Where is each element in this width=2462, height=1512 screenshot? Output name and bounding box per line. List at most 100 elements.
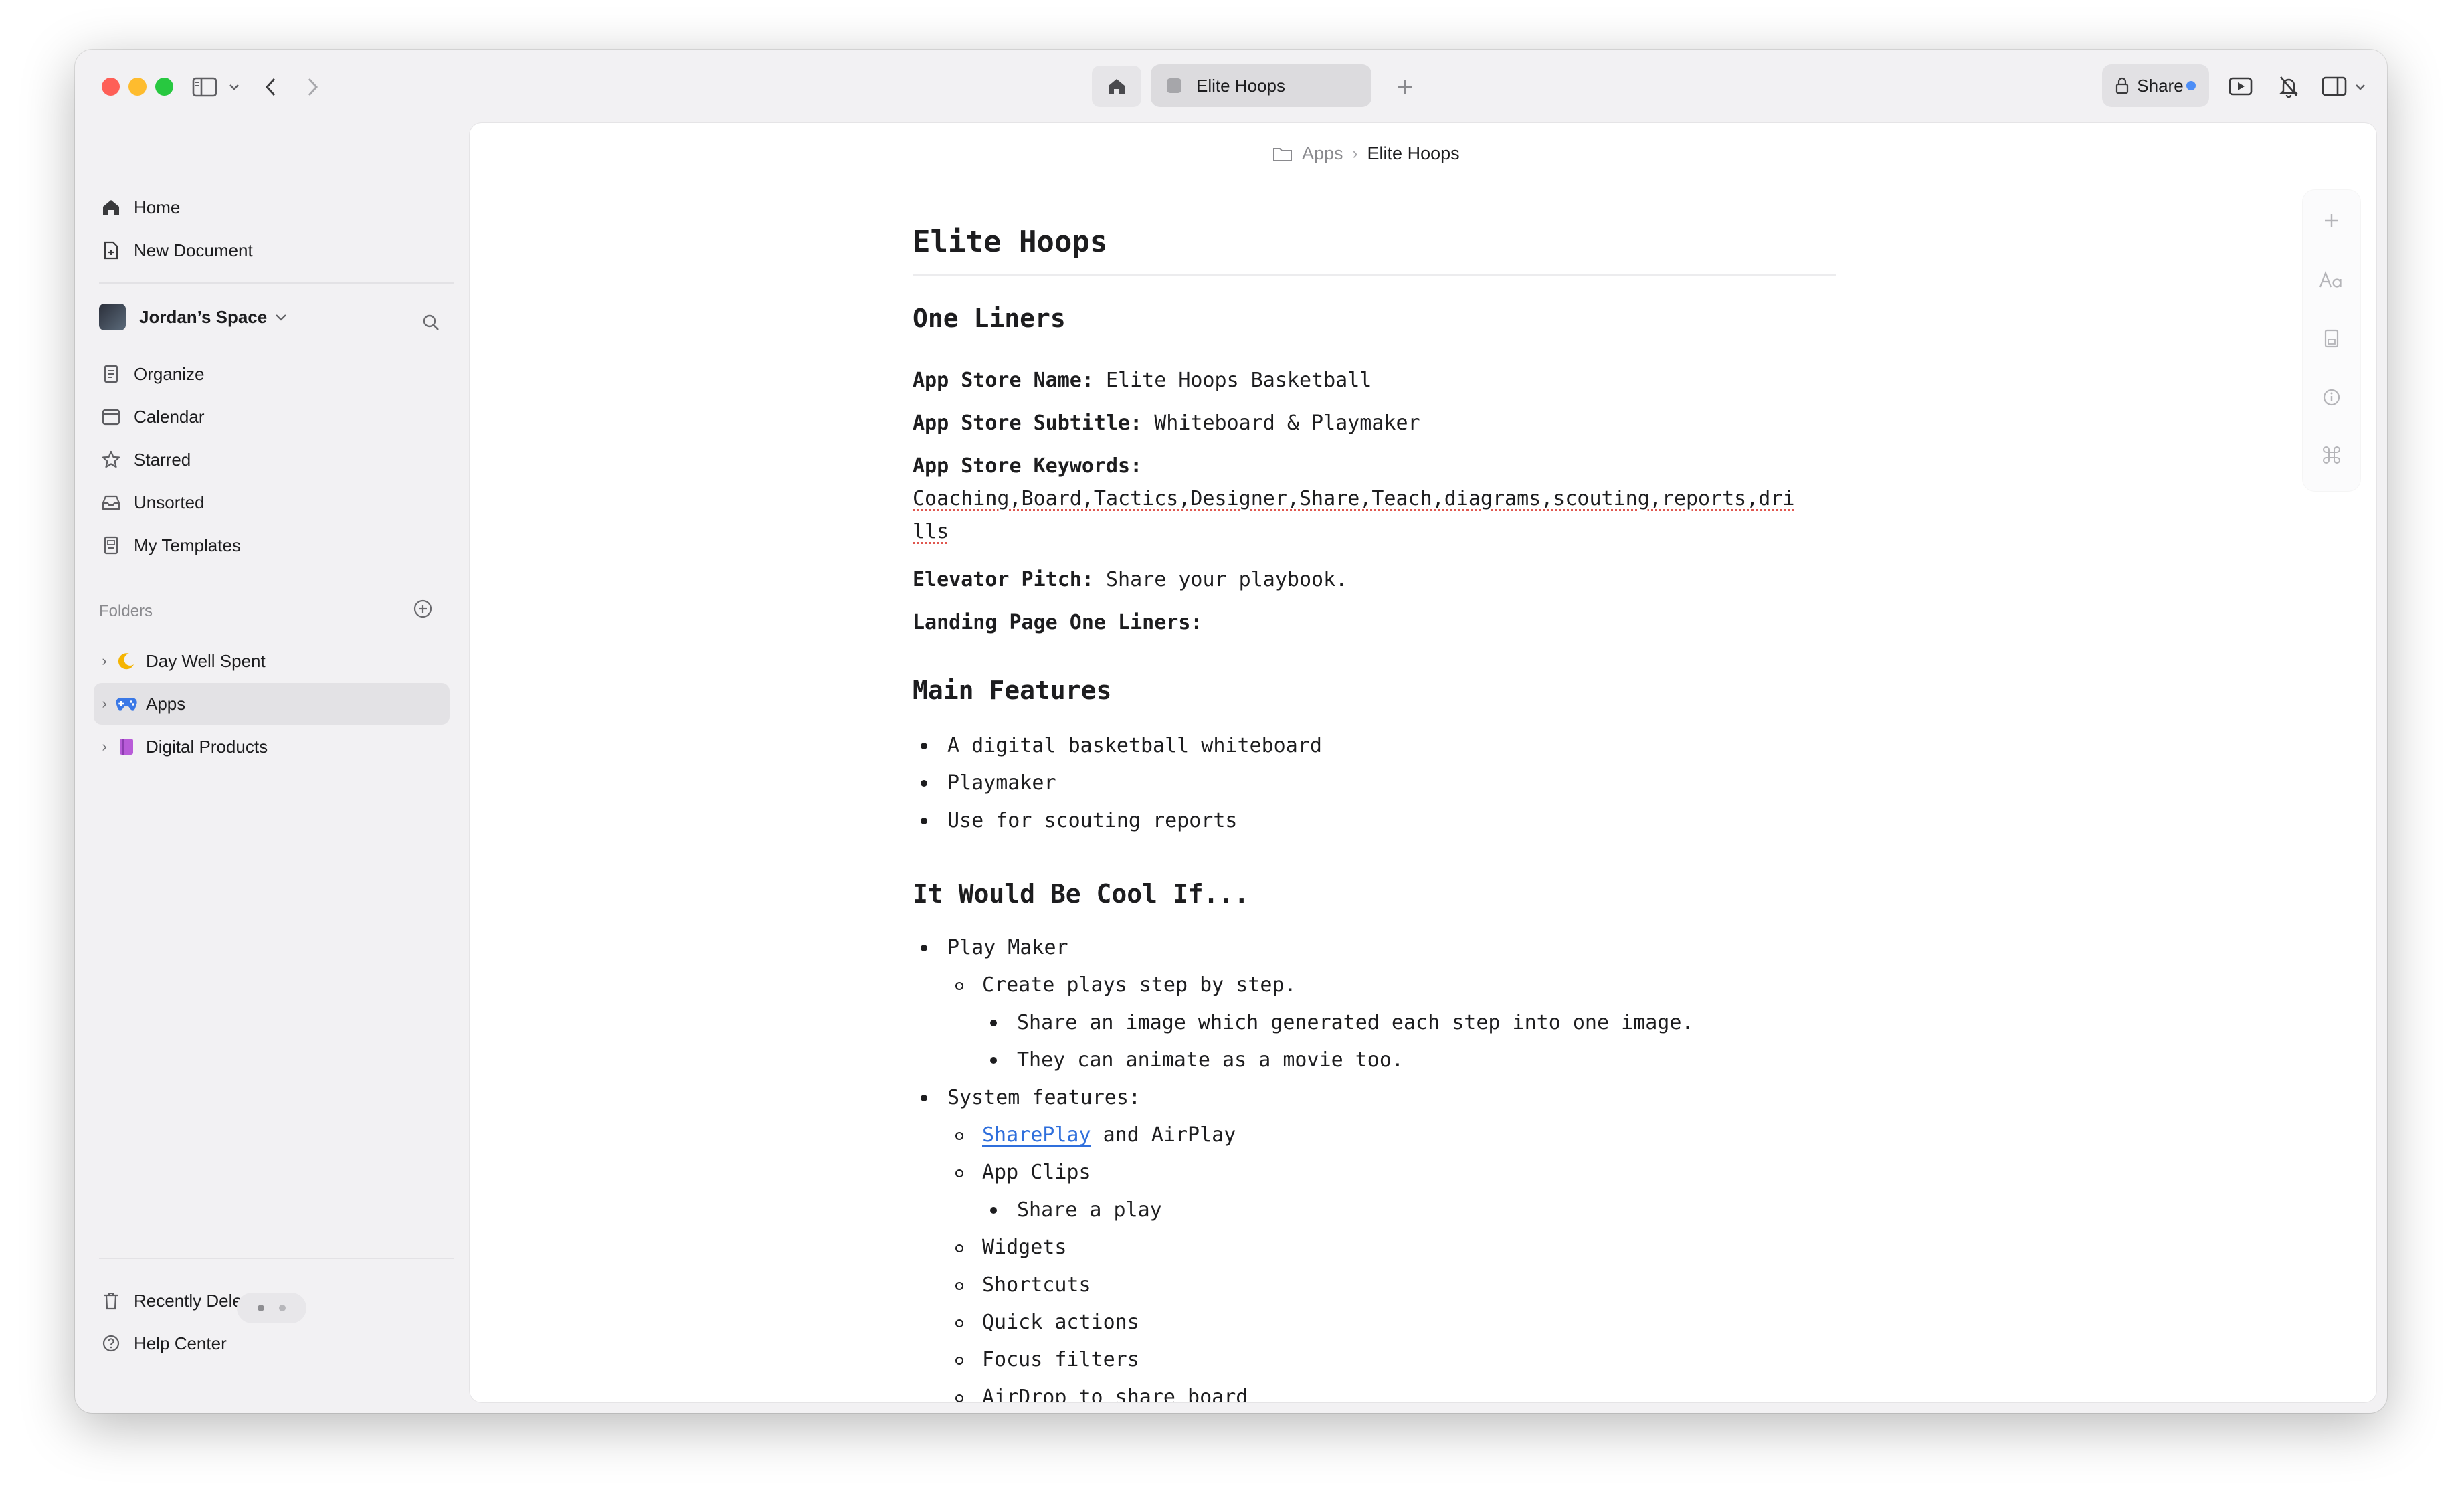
field-label: Elevator Pitch: bbox=[913, 568, 1094, 591]
share-button[interactable]: Share bbox=[2102, 64, 2209, 107]
bullet-icon bbox=[921, 780, 927, 787]
title-divider bbox=[913, 274, 1836, 276]
forward-arrow-icon[interactable] bbox=[300, 72, 326, 102]
bullet-icon bbox=[955, 1169, 963, 1177]
heading-cool-if[interactable]: It Would Be Cool If... bbox=[913, 879, 1249, 909]
chevron-right-icon[interactable]: › bbox=[94, 695, 115, 713]
bullet-icon bbox=[990, 1057, 997, 1064]
app-store-name-line[interactable]: App Store Name: Elite Hoops Basketball bbox=[913, 364, 1371, 397]
page-dot-active[interactable] bbox=[258, 1305, 264, 1311]
info-icon[interactable] bbox=[2303, 381, 2360, 413]
list-item[interactable]: Play Maker bbox=[947, 931, 1068, 965]
list-item[interactable]: They can animate as a movie too. bbox=[1017, 1044, 1404, 1077]
text-format-icon[interactable] bbox=[2303, 264, 2360, 296]
folders-section-label: Folders bbox=[99, 602, 153, 620]
sidebar-divider bbox=[99, 282, 454, 284]
bullet-icon bbox=[990, 1020, 997, 1026]
heading-one-liners[interactable]: One Liners bbox=[913, 304, 1066, 333]
list-item[interactable]: Create plays step by step. bbox=[982, 969, 1297, 1002]
sidebar-item-calendar[interactable]: Calendar bbox=[99, 400, 205, 434]
present-icon[interactable] bbox=[2224, 71, 2257, 102]
folder-day-well-spent[interactable]: › Day Well Spent bbox=[94, 640, 450, 682]
list-item[interactable]: Share a play bbox=[1017, 1194, 1162, 1227]
bullet-icon bbox=[955, 1357, 963, 1365]
sidebar-toggle-icon[interactable] bbox=[190, 74, 219, 100]
star-icon bbox=[102, 450, 120, 468]
app-store-subtitle-line[interactable]: App Store Subtitle: Whiteboard & Playmak… bbox=[913, 407, 1420, 440]
list-item-text: and AirPlay bbox=[1091, 1123, 1236, 1147]
folder-digital-products[interactable]: › Digital Products bbox=[94, 726, 450, 767]
folder-label: Day Well Spent bbox=[146, 650, 266, 671]
sidebar-divider bbox=[99, 1258, 454, 1259]
sidebar-item-help-center[interactable]: Help Center bbox=[99, 1327, 227, 1360]
house-icon bbox=[1109, 79, 1125, 94]
breadcrumb-parent[interactable]: Apps bbox=[1302, 143, 1343, 164]
new-tab-plus-icon[interactable] bbox=[1390, 72, 1420, 102]
landing-page-line[interactable]: Landing Page One Liners: bbox=[913, 606, 1202, 640]
list-item[interactable]: SharePlay and AirPlay bbox=[982, 1119, 1236, 1152]
list-item[interactable]: Focus filters bbox=[982, 1343, 1139, 1377]
search-icon[interactable] bbox=[417, 309, 444, 336]
list-item[interactable]: Playmaker bbox=[947, 767, 1056, 800]
moon-icon bbox=[118, 653, 134, 670]
sidebar-item-home[interactable]: Home bbox=[99, 191, 180, 224]
sidebar-item-unsorted[interactable]: Unsorted bbox=[99, 486, 205, 519]
inspector-toggle-icon[interactable] bbox=[2319, 71, 2350, 102]
list-item[interactable]: Share an image which generated each step… bbox=[1017, 1006, 1693, 1040]
list-item[interactable]: Shortcuts bbox=[982, 1268, 1091, 1302]
folder-apps[interactable]: › Apps bbox=[94, 683, 450, 725]
chevron-right-icon[interactable]: › bbox=[94, 738, 115, 755]
list-item[interactable]: App Clips bbox=[982, 1156, 1091, 1190]
field-label: Landing Page One Liners: bbox=[913, 611, 1203, 634]
notebook-icon bbox=[120, 739, 133, 755]
field-value: Whiteboard & Playmaker bbox=[1142, 411, 1420, 435]
minimize-window-button[interactable] bbox=[128, 78, 147, 96]
sidebar-item-label: New Document bbox=[134, 240, 253, 260]
bell-slash-icon[interactable] bbox=[2272, 70, 2305, 103]
sidebar-item-label: My Templates bbox=[134, 535, 241, 555]
app-store-keywords-label[interactable]: App Store Keywords: bbox=[913, 450, 1142, 483]
sidebar-item-starred[interactable]: Starred bbox=[99, 443, 191, 476]
insert-plus-icon[interactable] bbox=[2303, 205, 2360, 237]
command-key-icon[interactable] bbox=[2303, 439, 2360, 471]
sidebar-page-indicator[interactable] bbox=[237, 1293, 306, 1323]
bullet-icon bbox=[955, 1132, 963, 1140]
bullet-icon bbox=[921, 818, 927, 824]
sidebar-item-my-templates[interactable]: My Templates bbox=[99, 529, 241, 562]
sidebar-item-new-document[interactable]: New Document bbox=[99, 233, 253, 267]
keywords-line[interactable]: lls bbox=[913, 515, 949, 549]
list-item[interactable]: System features: bbox=[947, 1081, 1141, 1115]
chevron-right-icon[interactable]: › bbox=[94, 652, 115, 670]
shareplay-link[interactable]: SharePlay bbox=[982, 1123, 1091, 1147]
sidebar-item-label: Starred bbox=[134, 449, 191, 470]
sidebar: Home New Document Jordan’s Space Organiz… bbox=[75, 123, 470, 1413]
sidebar-item-organize[interactable]: Organize bbox=[99, 357, 205, 391]
list-item[interactable]: Quick actions bbox=[982, 1306, 1139, 1339]
add-folder-icon[interactable] bbox=[409, 595, 436, 622]
document-style-icon[interactable] bbox=[2303, 322, 2360, 355]
chevron-down-icon[interactable] bbox=[226, 76, 242, 98]
field-label: App Store Name: bbox=[913, 369, 1094, 392]
list-item[interactable]: AirDrop to share board bbox=[982, 1381, 1248, 1402]
list-item[interactable]: Widgets bbox=[982, 1231, 1066, 1264]
breadcrumb: Apps › Elite Hoops bbox=[1272, 143, 1460, 164]
document-favicon-icon bbox=[1167, 78, 1181, 93]
share-status-dot bbox=[2186, 81, 2196, 90]
list-item[interactable]: A digital basketball whiteboard bbox=[947, 729, 1322, 763]
list-item[interactable]: Use for scouting reports bbox=[947, 804, 1237, 838]
document-title[interactable]: Elite Hoops bbox=[913, 225, 1107, 259]
tab-elite-hoops[interactable]: Elite Hoops bbox=[1151, 64, 1371, 107]
back-arrow-icon[interactable] bbox=[257, 72, 284, 102]
bullet-icon bbox=[955, 1319, 963, 1327]
heading-main-features[interactable]: Main Features bbox=[913, 676, 1111, 705]
home-tab-button[interactable] bbox=[1092, 66, 1141, 107]
space-switcher[interactable]: Jordan’s Space bbox=[99, 304, 287, 330]
elevator-pitch-line[interactable]: Elevator Pitch: Share your playbook. bbox=[913, 563, 1347, 597]
bullet-icon bbox=[921, 743, 927, 749]
chevron-down-icon[interactable] bbox=[2352, 76, 2368, 98]
close-window-button[interactable] bbox=[102, 78, 120, 96]
question-circle-icon bbox=[102, 1335, 120, 1352]
zoom-window-button[interactable] bbox=[155, 78, 173, 96]
page-dot[interactable] bbox=[279, 1305, 286, 1311]
keywords-line[interactable]: Coaching,Board,Tactics,Designer,Share,Te… bbox=[913, 482, 1795, 516]
